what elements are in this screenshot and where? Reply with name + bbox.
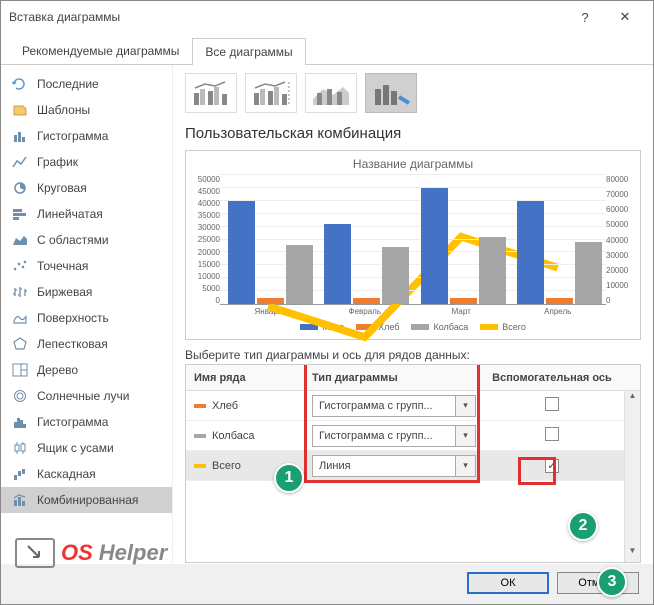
sidebar-item-pie[interactable]: Круговая — [1, 175, 172, 201]
sidebar-item-label: Биржевая — [37, 285, 92, 299]
series-row[interactable]: Всего Линия▾ ✓ — [186, 451, 640, 481]
recent-icon — [11, 76, 29, 92]
combo-chart-icon — [11, 492, 29, 508]
vertical-scrollbar[interactable]: ▲▼ — [624, 391, 640, 562]
sidebar-item-radar[interactable]: Лепестковая — [1, 331, 172, 357]
treemap-icon — [11, 362, 29, 378]
sidebar-item-label: Лепестковая — [37, 337, 108, 351]
scatter-chart-icon — [11, 258, 29, 274]
section-title: Пользовательская комбинация — [185, 125, 641, 142]
chart-type-list: Последние Шаблоны Гистограмма График Кру… — [1, 65, 173, 563]
sidebar-item-label: Солнечные лучи — [37, 389, 129, 403]
sidebar-item-column[interactable]: Гистограмма — [1, 123, 172, 149]
secondary-axis-checkbox[interactable] — [545, 427, 559, 441]
sidebar-item-sunburst[interactable]: Солнечные лучи — [1, 383, 172, 409]
secondary-axis-checkbox[interactable] — [545, 397, 559, 411]
sidebar-item-label: Гистограмма — [37, 415, 108, 429]
sidebar-item-area[interactable]: С областями — [1, 227, 172, 253]
subtype-row — [185, 73, 641, 113]
sidebar-item-label: Гистограмма — [37, 129, 108, 143]
waterfall-icon — [11, 466, 29, 482]
sidebar-item-templates[interactable]: Шаблоны — [1, 97, 172, 123]
sidebar-item-label: Шаблоны — [37, 103, 90, 117]
dialog-footer: ОК Отмена — [1, 564, 653, 604]
chevron-down-icon: ▾ — [455, 426, 475, 446]
sidebar-item-stock[interactable]: Биржевая — [1, 279, 172, 305]
radar-chart-icon — [11, 336, 29, 352]
y-axis-right: 8000070000600005000040000300002000010000… — [606, 175, 640, 305]
sidebar-item-label: Поверхность — [37, 311, 109, 325]
col-header-name: Имя ряда — [186, 372, 306, 384]
surface-chart-icon — [11, 310, 29, 326]
subtype-clustered-line-secondary[interactable] — [245, 73, 297, 113]
col-header-aux: Вспомогательная ось — [482, 372, 640, 384]
y-axis-left: 5000045000400003500030000250002000015000… — [186, 175, 220, 305]
series-grid: Имя ряда Тип диаграммы Вспомогательная о… — [185, 364, 641, 563]
cancel-button[interactable]: Отмена — [557, 572, 639, 594]
sidebar-item-boxwhisker[interactable]: Ящик с усами — [1, 435, 172, 461]
watermark-text-2: Helper — [99, 540, 167, 566]
tab-bar: Рекомендуемые диаграммы Все диаграммы — [1, 37, 653, 65]
chevron-down-icon: ▾ — [455, 456, 475, 476]
histogram-icon — [11, 414, 29, 430]
dialog-title: Вставка диаграммы — [9, 10, 565, 24]
help-button[interactable]: ? — [565, 10, 605, 25]
pie-chart-icon — [11, 180, 29, 196]
series-type-select[interactable]: Гистограмма с групп...▾ — [312, 395, 476, 417]
stock-chart-icon — [11, 284, 29, 300]
secondary-axis-checkbox[interactable]: ✓ — [545, 459, 559, 473]
sidebar-item-label: Дерево — [37, 363, 78, 377]
plot-area — [220, 175, 606, 305]
sunburst-icon — [11, 388, 29, 404]
templates-icon — [11, 102, 29, 118]
sidebar-item-label: Круговая — [37, 181, 87, 195]
series-type-select[interactable]: Линия▾ — [312, 455, 476, 477]
sidebar-item-label: Комбинированная — [37, 493, 138, 507]
subtype-custom[interactable] — [365, 73, 417, 113]
sidebar-item-treemap[interactable]: Дерево — [1, 357, 172, 383]
line-chart-icon — [11, 154, 29, 170]
watermark-logo-icon — [15, 538, 55, 568]
close-button[interactable]: ✕ — [605, 9, 645, 25]
sidebar-item-bar[interactable]: Линейчатая — [1, 201, 172, 227]
sidebar-item-label: Ящик с усами — [37, 441, 114, 455]
subtype-clustered-line[interactable] — [185, 73, 237, 113]
tab-all[interactable]: Все диаграммы — [192, 38, 305, 65]
sidebar-item-scatter[interactable]: Точечная — [1, 253, 172, 279]
watermark-text-1: OS — [61, 540, 93, 566]
series-row[interactable]: Колбаса Гистограмма с групп...▾ — [186, 421, 640, 451]
series-row[interactable]: Хлеб Гистограмма с групп...▾ — [186, 391, 640, 421]
box-whisker-icon — [11, 440, 29, 456]
sidebar-item-label: Точечная — [37, 259, 88, 273]
insert-chart-dialog: Вставка диаграммы ? ✕ Рекомендуемые диаг… — [0, 0, 654, 605]
column-chart-icon — [11, 128, 29, 144]
preview-chart-title: Название диаграммы — [194, 157, 632, 171]
tab-recommended[interactable]: Рекомендуемые диаграммы — [9, 37, 192, 64]
watermark: OS Helper — [15, 538, 167, 568]
sidebar-item-recent[interactable]: Последние — [1, 71, 172, 97]
sidebar-item-waterfall[interactable]: Каскадная — [1, 461, 172, 487]
sidebar-item-histogram[interactable]: Гистограмма — [1, 409, 172, 435]
sidebar-item-label: Линейчатая — [37, 207, 103, 221]
col-header-type: Тип диаграммы — [306, 372, 482, 384]
area-chart-icon — [11, 232, 29, 248]
sidebar-item-label: Последние — [37, 77, 99, 91]
bar-chart-icon — [11, 206, 29, 222]
sidebar-item-combo[interactable]: Комбинированная — [1, 487, 172, 513]
titlebar: Вставка диаграммы ? ✕ — [1, 1, 653, 33]
chevron-down-icon: ▾ — [455, 396, 475, 416]
sidebar-item-label: График — [37, 155, 78, 169]
chart-preview: Название диаграммы 500004500040000350003… — [185, 150, 641, 340]
sidebar-item-label: Каскадная — [37, 467, 96, 481]
series-type-select[interactable]: Гистограмма с групп...▾ — [312, 425, 476, 447]
sidebar-item-surface[interactable]: Поверхность — [1, 305, 172, 331]
ok-button[interactable]: ОК — [467, 572, 549, 594]
sidebar-item-label: С областями — [37, 233, 109, 247]
subtype-stacked-area-column[interactable] — [305, 73, 357, 113]
sidebar-item-line[interactable]: График — [1, 149, 172, 175]
